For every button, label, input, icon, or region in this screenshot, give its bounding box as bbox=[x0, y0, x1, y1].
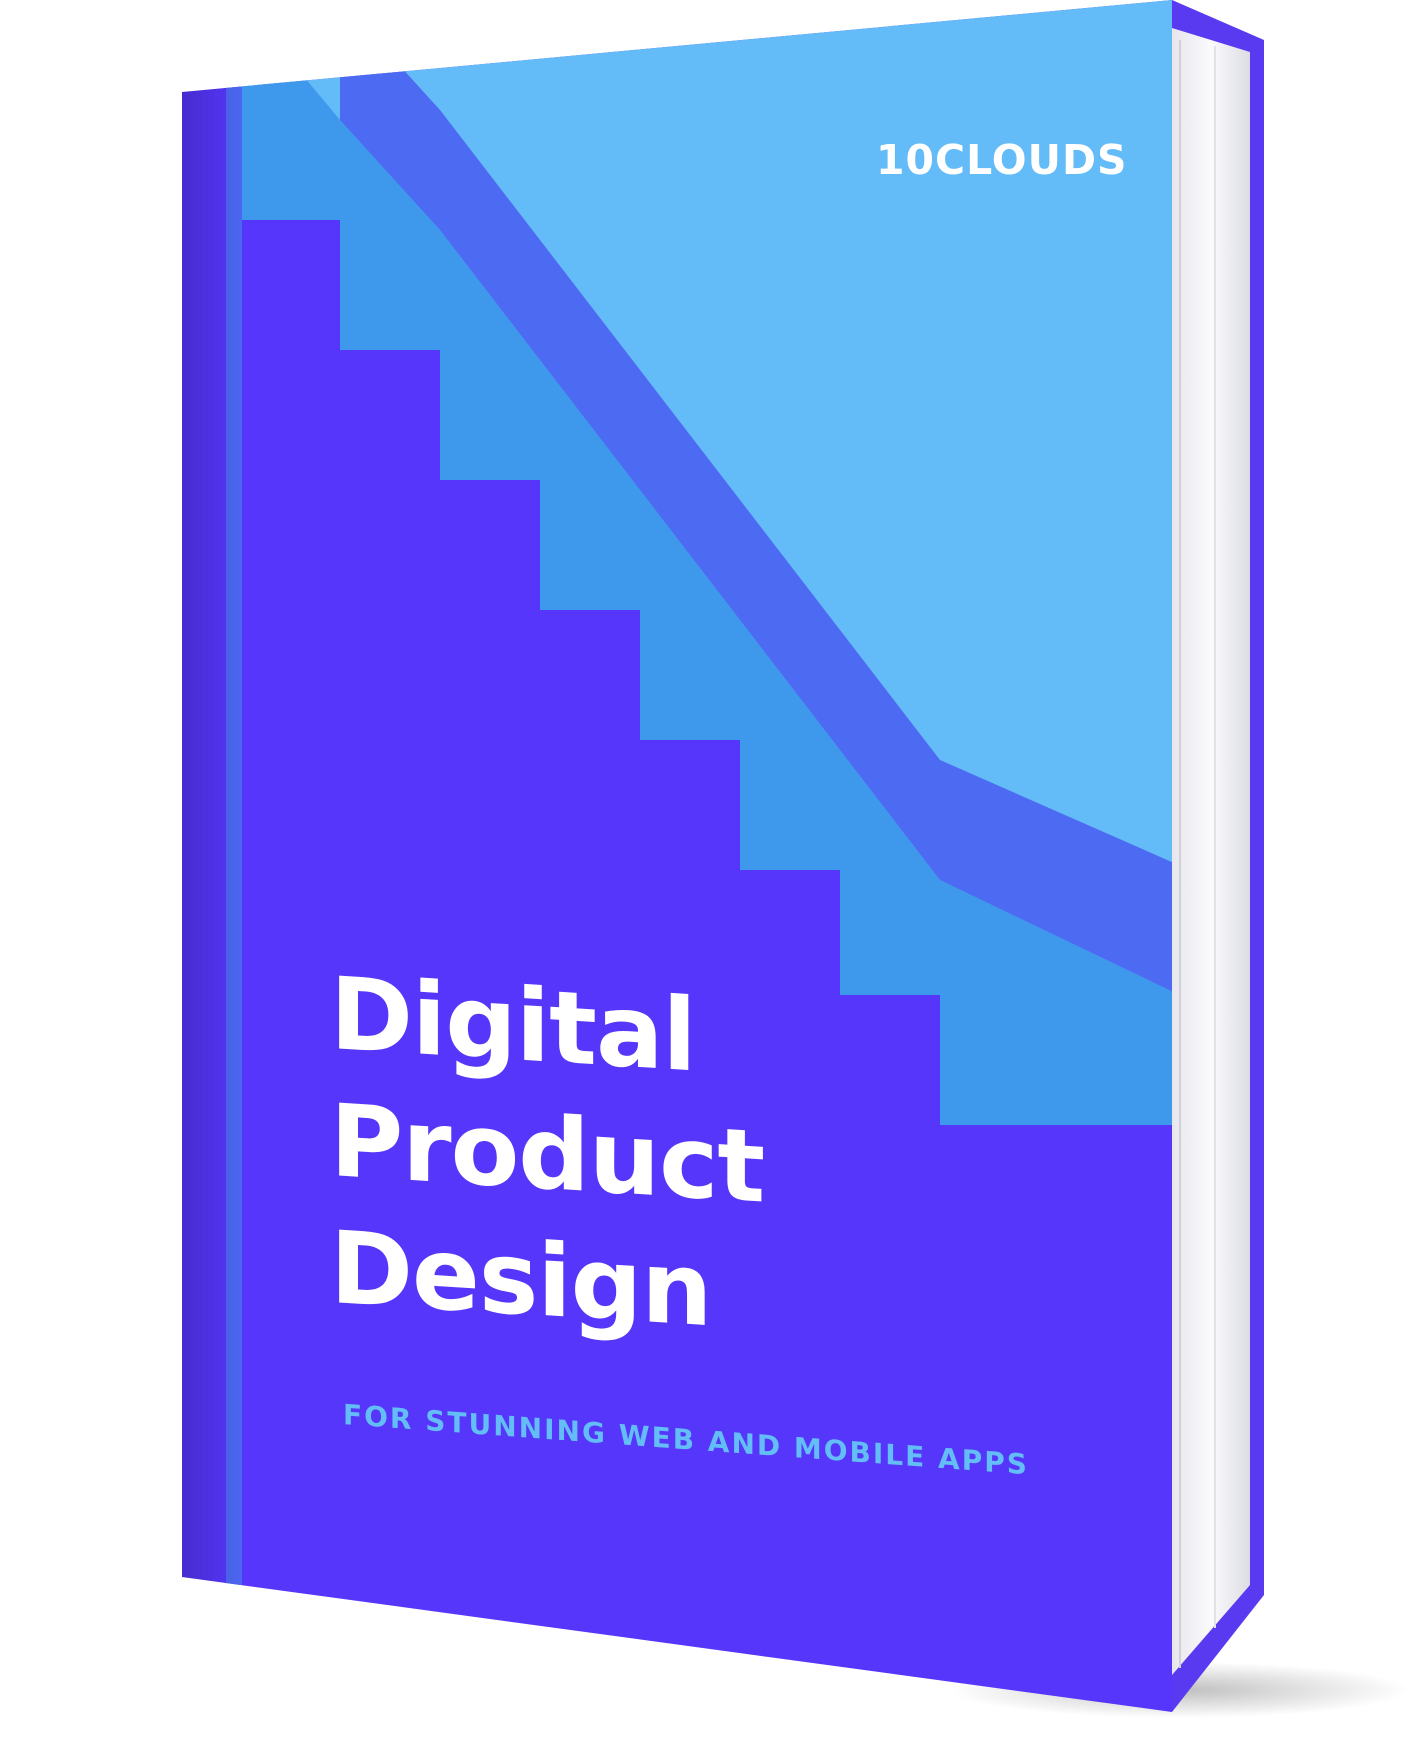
title-line: Design bbox=[330, 1209, 712, 1350]
page-edges bbox=[1172, 28, 1250, 1675]
front-cover bbox=[182, 0, 1172, 1712]
stair-tread bbox=[240, 0, 340, 220]
book-title: Digital Product Design bbox=[330, 950, 764, 1358]
book-illustration bbox=[182, 0, 1410, 1718]
book-mockup: 10CLOUDS Digital Product Design FOR STUN… bbox=[0, 0, 1426, 1746]
brand-logo: 10CLOUDS bbox=[876, 136, 1128, 184]
